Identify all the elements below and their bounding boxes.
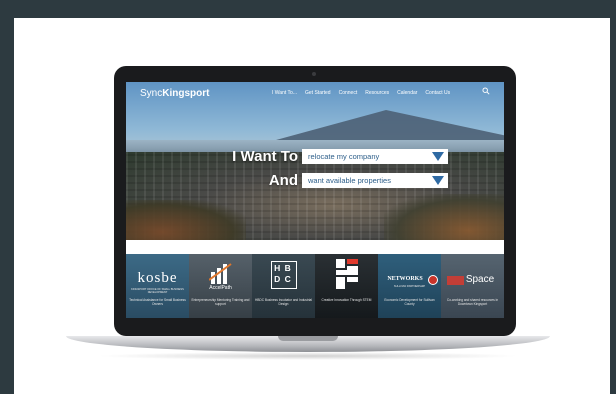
- tile-hbdc[interactable]: H B D C HBDC Business Incubator and Indu…: [252, 254, 315, 318]
- networks-subtitle: SULLIVAN PARTNERSHIP: [393, 285, 426, 288]
- nav-link-get-started[interactable]: Get Started: [305, 90, 331, 96]
- laptop-screen: SyncKingsport I Want To... Get Started C…: [126, 82, 504, 318]
- i-want-to-row: I Want To relocate my company: [210, 148, 448, 165]
- space-caption: Co-working and shared resources in Downt…: [446, 298, 499, 306]
- nav-link-connect[interactable]: Connect: [339, 90, 358, 96]
- site-logo[interactable]: SyncKingsport: [140, 88, 209, 99]
- accelpath-logo-icon: [209, 263, 232, 284]
- kosbe-logo: kosbe: [137, 270, 178, 286]
- tile-stem[interactable]: Creative Innovation Through STEM: [315, 254, 378, 318]
- nav-link-contact-us[interactable]: Contact Us: [425, 90, 450, 96]
- stem-caption: Creative Innovation Through STEM: [321, 298, 372, 302]
- site-nav: SyncKingsport I Want To... Get Started C…: [126, 82, 504, 104]
- hero-trees-right: [384, 194, 504, 240]
- networks-logo: NETWORKS: [387, 276, 423, 282]
- nav-link-i-want-to[interactable]: I Want To...: [272, 90, 297, 96]
- hero-mountain: [276, 110, 504, 140]
- page-frame-right: [610, 0, 616, 394]
- nav-links: I Want To... Get Started Connect Resourc…: [272, 90, 458, 96]
- i-want-to-label: I Want To: [232, 148, 298, 165]
- partner-tiles: kosbe KINGSPORT OFFICE OF SMALL BUSINESS…: [126, 254, 504, 318]
- laptop-base-notch: [278, 336, 338, 341]
- logo-light-text: Sync: [140, 88, 163, 99]
- hero-section: SyncKingsport I Want To... Get Started C…: [126, 82, 504, 240]
- accelpath-caption: Entrepreneurship Mentoring Training and …: [191, 298, 250, 306]
- hero-divider: [126, 240, 504, 254]
- page-frame-left: [0, 0, 14, 394]
- nav-link-calendar[interactable]: Calendar: [397, 90, 417, 96]
- accelpath-title: AccelPath: [209, 285, 232, 291]
- and-label: And: [268, 172, 298, 189]
- stem-logo-icon: [336, 259, 358, 289]
- tile-kosbe[interactable]: kosbe KINGSPORT OFFICE OF SMALL BUSINESS…: [126, 254, 189, 318]
- logo-bold-text: Kingsport: [162, 88, 210, 99]
- chevron-down-icon: [432, 176, 444, 185]
- space-logo-text: Space: [465, 274, 495, 285]
- and-row: And want available properties: [250, 172, 448, 189]
- laptop-lid: SyncKingsport I Want To... Get Started C…: [114, 66, 516, 336]
- hero-trees-left: [126, 200, 246, 240]
- and-value: want available properties: [308, 176, 391, 185]
- tile-accelpath[interactable]: AccelPath Entrepreneurship Mentoring Tra…: [189, 254, 252, 318]
- search-icon[interactable]: [482, 87, 490, 95]
- i-want-to-value: relocate my company: [308, 152, 380, 161]
- tile-networks[interactable]: NETWORKS SULLIVAN PARTNERSHIP Economic D…: [378, 254, 441, 318]
- networks-seal-icon: [428, 275, 438, 285]
- i-want-to-select[interactable]: relocate my company: [302, 149, 448, 164]
- networks-caption: Economic Development for Sullivan County: [384, 298, 435, 306]
- nav-link-resources[interactable]: Resources: [365, 90, 389, 96]
- page-frame-top: [0, 0, 616, 18]
- and-select[interactable]: want available properties: [302, 173, 448, 188]
- camera-icon: [312, 72, 316, 76]
- chevron-down-icon: [432, 152, 444, 161]
- kosbe-caption: Technical Assistance for Small Business …: [129, 298, 186, 306]
- hbdc-logo-text: H B D C: [274, 263, 292, 284]
- hbdc-caption: HBDC Business Incubator and Industrial D…: [254, 298, 313, 306]
- tile-space[interactable]: Space Co-working and shared resources in…: [441, 254, 504, 318]
- laptop-shadow: [96, 352, 520, 360]
- kosbe-subtitle: KINGSPORT OFFICE OF SMALL BUSINESS DEVEL…: [131, 288, 184, 294]
